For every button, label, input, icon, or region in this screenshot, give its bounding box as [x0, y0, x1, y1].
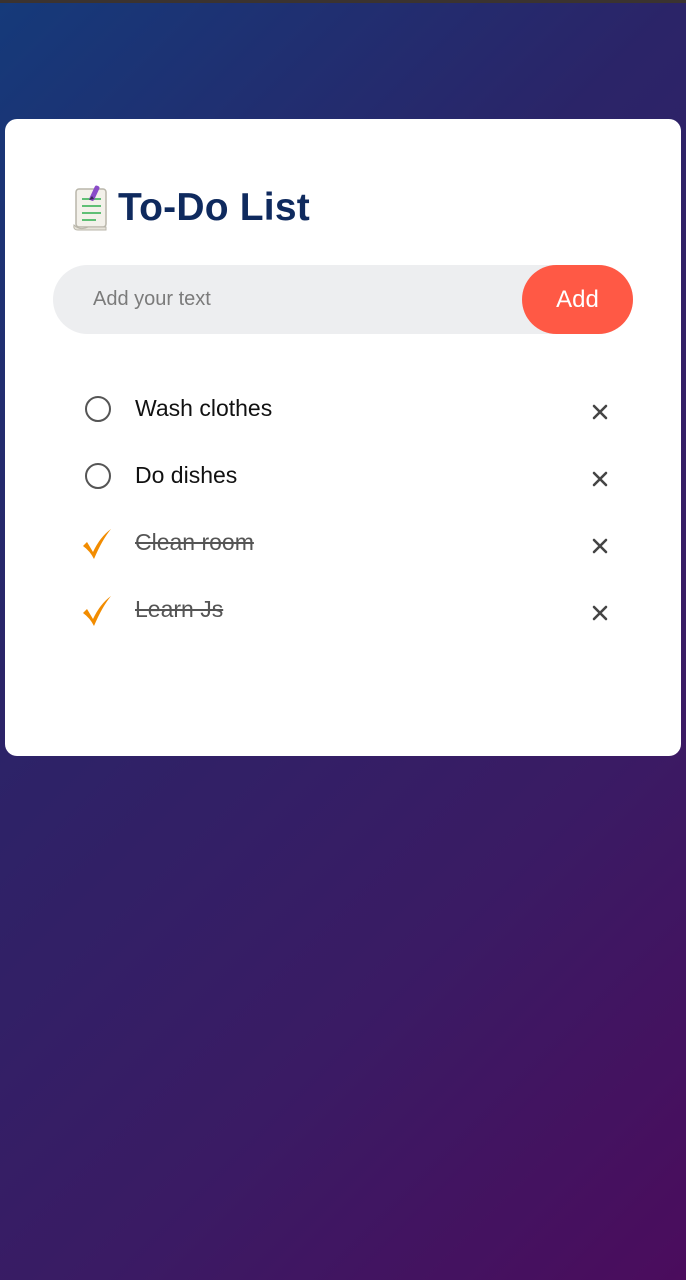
task-text: Do dishes: [135, 462, 238, 488]
close-icon: [592, 471, 608, 487]
task-item[interactable]: Learn Js: [0, 575, 686, 642]
task-text: Wash clothes: [135, 395, 273, 421]
task-item[interactable]: Clean room: [0, 508, 686, 575]
close-icon: [592, 605, 608, 621]
checkmark-icon[interactable]: [80, 525, 116, 561]
task-item[interactable]: Do dishes: [0, 441, 686, 508]
unchecked-circle-icon[interactable]: [80, 391, 116, 427]
close-icon: [592, 404, 608, 420]
delete-task-button[interactable]: [582, 461, 618, 497]
task-text: Clean room: [135, 529, 254, 555]
task-text: Learn Js: [135, 596, 224, 622]
delete-task-button[interactable]: [582, 528, 618, 564]
delete-task-button[interactable]: [582, 595, 618, 631]
task-input[interactable]: [93, 265, 513, 334]
title-row: To-Do List: [70, 182, 310, 234]
unchecked-circle-icon[interactable]: [80, 458, 116, 494]
task-list: Wash clothes Do dishes Clean room Learn Js: [0, 374, 686, 642]
top-status-strip: [0, 0, 686, 3]
delete-task-button[interactable]: [582, 394, 618, 430]
add-task-row: Add: [53, 265, 633, 334]
close-icon: [592, 538, 608, 554]
checkmark-icon[interactable]: [80, 592, 116, 628]
task-item[interactable]: Wash clothes: [0, 374, 686, 441]
notepad-icon: [73, 185, 107, 231]
add-button[interactable]: Add: [522, 265, 633, 334]
page-title: To-Do List: [118, 186, 310, 229]
